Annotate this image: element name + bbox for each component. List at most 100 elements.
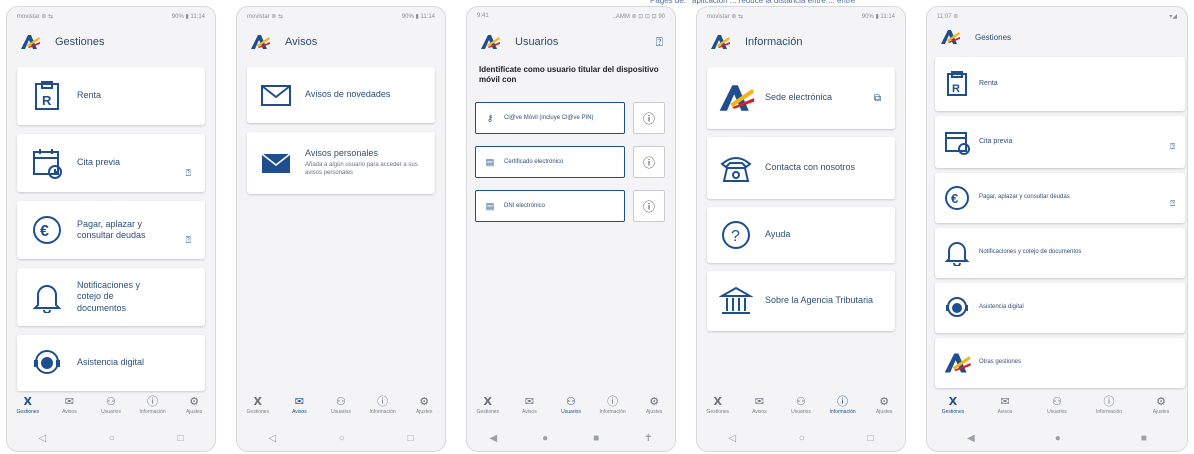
- card-sede-electronica[interactable]: Sede electrónica ⧉: [707, 67, 895, 129]
- tab-gestiones[interactable]: 𝝬 Gestiones: [470, 395, 506, 415]
- system-nav: ◁ ○ □: [697, 429, 905, 447]
- card-otras-gestiones[interactable]: Otras gestiones: [935, 338, 1185, 388]
- back-icon[interactable]: ◀: [967, 433, 975, 444]
- tab-avisos[interactable]: ✉ Avisos: [281, 395, 317, 415]
- app-bar: Gestiones: [7, 25, 215, 59]
- tab-informacion[interactable]: ⓘ Información: [365, 395, 401, 415]
- tab-informacion[interactable]: ⓘ Información: [595, 395, 631, 415]
- home-icon[interactable]: ○: [109, 433, 115, 444]
- card-contacta[interactable]: Contacta con nosotros: [707, 137, 895, 199]
- question-icon: ?: [707, 219, 765, 251]
- card-asistencia-digital[interactable]: Asistencia digital: [935, 283, 1185, 333]
- tab-ajustes[interactable]: ⚙ Ajustes: [406, 395, 442, 415]
- tab-avisos[interactable]: ✉ Avisos: [741, 395, 777, 415]
- support-agent-icon: [17, 347, 77, 379]
- tab-usuarios[interactable]: ⚇ Usuarios: [783, 395, 819, 415]
- id-card-icon: ▤: [485, 200, 495, 211]
- dni-button[interactable]: ▤ DNI electrónico: [475, 190, 625, 222]
- accessibility-icon[interactable]: ✝: [644, 433, 652, 444]
- tab-ajustes[interactable]: ⚙ Ajustes: [866, 395, 902, 415]
- card-sobre-agencia[interactable]: Sobre la Agencia Tributaria: [707, 271, 895, 331]
- page-title: Información: [745, 36, 803, 48]
- mail-icon: ✉: [1000, 396, 1010, 408]
- svg-text:€: €: [951, 191, 958, 206]
- tab-usuarios[interactable]: ⚇ Usuarios: [93, 395, 129, 415]
- card-ayuda[interactable]: ? Ayuda: [707, 207, 895, 263]
- tab-avisos[interactable]: ✉ Avisos: [51, 395, 87, 415]
- tab-informacion[interactable]: ⓘ Información: [1091, 395, 1127, 415]
- info-button[interactable]: ⓘ: [633, 190, 665, 222]
- help-icon[interactable]: ⍰: [186, 168, 191, 179]
- back-icon[interactable]: ◀: [489, 433, 497, 444]
- recents-icon[interactable]: □: [178, 433, 184, 444]
- help-icon[interactable]: ⍰: [656, 35, 663, 50]
- back-icon[interactable]: ◁: [728, 433, 736, 444]
- recents-icon[interactable]: □: [408, 433, 414, 444]
- option-row-dni: ▤ DNI electrónico ⓘ: [475, 190, 665, 222]
- card-renta[interactable]: R Renta: [935, 57, 1185, 111]
- card-label: Renta: [77, 90, 102, 101]
- home-icon[interactable]: ●: [1055, 433, 1061, 444]
- tab-gestiones[interactable]: 𝝬 Gestiones: [935, 395, 971, 415]
- card-avisos-novedades[interactable]: Avisos de novedades: [247, 67, 435, 123]
- certificado-button[interactable]: ▤ Certificado electrónico: [475, 146, 625, 178]
- tab-usuarios[interactable]: ⚇ Usuarios: [323, 395, 359, 415]
- mail-icon: ✉: [524, 396, 534, 408]
- gear-icon: ⚙: [879, 396, 890, 408]
- tab-ajustes[interactable]: ⚙ Ajustes: [1143, 395, 1179, 415]
- card-pagar-deudas[interactable]: € Pagar, aplazar y consultar deudas ⍰: [17, 201, 205, 259]
- help-icon[interactable]: ⍰: [1170, 142, 1175, 152]
- mail-icon: ✉: [64, 396, 74, 408]
- clave-movil-button[interactable]: ⚷ Cl@ve Móvil (incluye Cl@ve PIN): [475, 102, 625, 134]
- recents-icon[interactable]: ■: [593, 433, 599, 444]
- tab-avisos[interactable]: ✉ Avisos: [511, 395, 547, 415]
- recents-icon[interactable]: □: [868, 433, 874, 444]
- info-button[interactable]: ⓘ: [633, 102, 665, 134]
- key-icon: ⚷: [486, 112, 494, 123]
- logo-icon: 𝝬: [253, 396, 263, 408]
- tab-informacion[interactable]: ⓘ Información: [825, 395, 861, 415]
- recents-icon[interactable]: ■: [1141, 433, 1147, 444]
- back-icon[interactable]: ◁: [38, 433, 46, 444]
- card-label: Contacta con nosotros: [765, 162, 856, 173]
- card-pagar-deudas[interactable]: € Pagar, aplazar y consultar deudas ⍰: [935, 173, 1185, 223]
- tab-usuarios[interactable]: ⚇ Usuarios: [553, 395, 589, 415]
- page-title: Gestiones: [975, 32, 1012, 42]
- tab-informacion[interactable]: ⓘ Información: [135, 395, 171, 415]
- tab-gestiones[interactable]: 𝝬 Gestiones: [240, 395, 276, 415]
- card-label: Avisos de novedades: [305, 89, 391, 100]
- users-icon: ⚇: [336, 396, 346, 408]
- home-icon[interactable]: ○: [799, 433, 805, 444]
- card-renta[interactable]: R Renta: [17, 67, 205, 125]
- external-link-icon[interactable]: ⧉: [874, 93, 881, 104]
- help-icon[interactable]: ⍰: [1170, 199, 1175, 209]
- card-asistencia-digital[interactable]: Asistencia digital: [17, 335, 205, 391]
- tab-usuarios[interactable]: ⚇ Usuarios: [1039, 395, 1075, 415]
- card-label: Pagar, aplazar y consultar deudas: [77, 218, 146, 240]
- page-title: Usuarios: [515, 36, 559, 48]
- card-notificaciones[interactable]: Notificaciones y cotejo de documentos: [17, 268, 205, 326]
- info-button[interactable]: ⓘ: [633, 146, 665, 178]
- option-row-clave: ⚷ Cl@ve Móvil (incluye Cl@ve PIN) ⓘ: [475, 102, 665, 134]
- mail-icon: ✉: [294, 396, 304, 408]
- app-bar: Información: [697, 25, 905, 59]
- tab-avisos[interactable]: ✉ Avisos: [987, 395, 1023, 415]
- card-cita-previa[interactable]: Cita previa ⍰: [935, 116, 1185, 168]
- tab-ajustes[interactable]: ⚙ Ajustes: [176, 395, 212, 415]
- help-icon[interactable]: ⍰: [186, 235, 191, 246]
- card-cita-previa[interactable]: Cita previa ⍰: [17, 134, 205, 192]
- identify-prompt: Identifícate como usuario titular del di…: [479, 65, 659, 85]
- status-left: movistar ⊛ ⇆: [707, 13, 744, 20]
- tab-gestiones[interactable]: 𝝬 Gestiones: [10, 395, 46, 415]
- logo-icon: 𝝬: [483, 396, 493, 408]
- option-row-certificado: ▤ Certificado electrónico ⓘ: [475, 146, 665, 178]
- back-icon[interactable]: ◁: [268, 433, 276, 444]
- tab-gestiones[interactable]: 𝝬 Gestiones: [700, 395, 736, 415]
- home-icon[interactable]: ●: [542, 433, 548, 444]
- card-label: Sobre la Agencia Tributaria: [765, 295, 874, 306]
- card-avisos-personales[interactable]: Avisos personales Añada a algún usuario …: [247, 132, 435, 194]
- aeat-logo-icon: [21, 35, 40, 49]
- home-icon[interactable]: ○: [339, 433, 345, 444]
- card-notificaciones[interactable]: Notificaciones y cotejo de documentos: [935, 228, 1185, 278]
- tab-ajustes[interactable]: ⚙ Ajustes: [636, 395, 672, 415]
